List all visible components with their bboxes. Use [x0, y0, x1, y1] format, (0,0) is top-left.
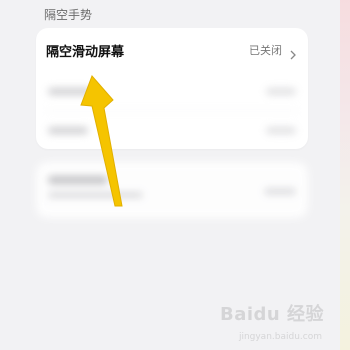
gesture-settings-card: 隔空滑动屏幕 已关闭 — [36, 28, 308, 149]
blurred-label — [48, 87, 92, 95]
blurred-card[interactable] — [36, 162, 308, 218]
blurred-value — [264, 188, 296, 195]
section-title: 隔空手势 — [44, 8, 93, 22]
air-swipe-row[interactable]: 隔空滑动屏幕 已关闭 — [36, 28, 308, 72]
blurred-value — [266, 126, 296, 134]
blurred-title — [48, 176, 108, 184]
blurred-card-content — [36, 162, 308, 212]
chevron-right-icon — [288, 45, 298, 60]
settings-screen: 隔空手势 隔空滑动屏幕 已关闭 Baidu 经验 jingyan.baidu.c… — [0, 0, 350, 350]
edge-color-strip — [340, 0, 350, 350]
blurred-value — [266, 87, 296, 95]
air-swipe-title: 隔空滑动屏幕 — [46, 44, 125, 60]
air-swipe-value: 已关闭 — [249, 44, 282, 57]
blurred-label — [48, 126, 88, 134]
blurred-row[interactable] — [36, 72, 308, 110]
watermark: Baidu 经验 — [219, 304, 324, 325]
watermark-url: jingyan.baidu.com — [238, 332, 322, 342]
blurred-subtitle — [48, 192, 143, 198]
air-swipe-status: 已关闭 — [249, 42, 298, 60]
blurred-rows — [36, 72, 308, 149]
blurred-card-text — [48, 176, 143, 198]
blurred-row[interactable] — [36, 111, 308, 149]
